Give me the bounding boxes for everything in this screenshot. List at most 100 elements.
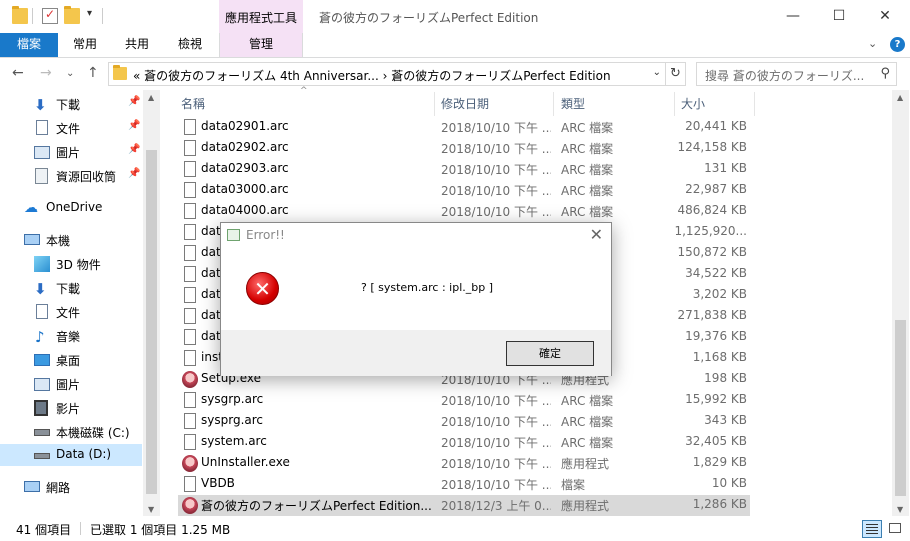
file-size: 1,168 KB bbox=[692, 350, 747, 364]
nav-label: 音樂 bbox=[56, 330, 81, 344]
pin-icon[interactable]: 📌 bbox=[128, 96, 140, 107]
address-toolbar: ← → ⌄ ↑ « 蒼の彼方のフォーリズム 4th Anniversar... … bbox=[0, 59, 910, 90]
file-name: data02901.arc bbox=[201, 119, 289, 133]
close-button[interactable]: ✕ bbox=[862, 0, 908, 32]
file-size: 1,829 KB bbox=[692, 455, 747, 469]
properties-icon[interactable]: ✓ bbox=[42, 7, 58, 24]
tab-view[interactable]: 檢視 bbox=[168, 33, 212, 57]
file-list-scrollbar-thumb[interactable] bbox=[895, 320, 906, 496]
file-name: VBDB bbox=[201, 476, 235, 490]
file-icon bbox=[184, 308, 196, 324]
pin-icon[interactable]: 📌 bbox=[128, 120, 140, 131]
nav-item-network[interactable]: 網路 bbox=[0, 476, 142, 498]
file-row[interactable]: 蒼の彼方のフォーリズムPerfect Edition.... 2018/12/3 … bbox=[178, 495, 750, 516]
scroll-down-icon[interactable]: ▼ bbox=[897, 505, 903, 514]
ok-button[interactable]: 確定 bbox=[506, 341, 594, 366]
scroll-up-icon[interactable]: ▲ bbox=[897, 93, 903, 102]
column-divider[interactable] bbox=[434, 92, 435, 116]
selection-info: 已選取 1 個項目 1.25 MB bbox=[90, 523, 231, 537]
nav-label: 文件 bbox=[56, 122, 81, 136]
column-divider[interactable] bbox=[553, 92, 554, 116]
nav-item-desktop[interactable]: 桌面 bbox=[0, 349, 142, 371]
column-divider[interactable] bbox=[754, 92, 755, 116]
pin-icon[interactable]: 📌 bbox=[128, 144, 140, 155]
back-icon[interactable]: ← bbox=[12, 65, 24, 81]
address-bar[interactable]: « 蒼の彼方のフォーリズム 4th Anniversar... › 蒼の彼方のフ… bbox=[108, 62, 666, 86]
column-header-name[interactable]: 名稱 bbox=[181, 95, 205, 112]
address-path[interactable]: « 蒼の彼方のフォーリズム 4th Anniversar... › 蒼の彼方のフ… bbox=[133, 67, 611, 84]
expand-ribbon-icon[interactable]: ⌄ bbox=[868, 37, 877, 50]
maximize-button[interactable]: ☐ bbox=[816, 0, 862, 32]
file-row[interactable]: data02901.arc 2018/10/10 下午 ... ARC 檔案 20,4… bbox=[178, 117, 750, 138]
scroll-up-icon[interactable]: ▲ bbox=[148, 93, 154, 102]
new-folder-icon[interactable] bbox=[64, 6, 80, 24]
recent-locations-icon[interactable]: ⌄ bbox=[66, 68, 74, 79]
details-view-icon[interactable] bbox=[862, 520, 882, 538]
navigation-pane: ⬇ 下載 📌 文件 📌 圖片 📌 資源回收筒 📌 ☁ OneDrive 本機 3… bbox=[0, 90, 160, 516]
file-name: system.arc bbox=[201, 434, 267, 448]
file-row[interactable]: data02902.arc 2018/10/10 下午 ... ARC 檔案 124,… bbox=[178, 138, 750, 159]
help-icon[interactable]: ? bbox=[890, 37, 905, 52]
file-date: 2018/10/10 下午 ... bbox=[441, 184, 551, 198]
nav-item-pictures-pc[interactable]: 圖片 bbox=[0, 373, 142, 395]
nav-item-recycle-bin[interactable]: 資源回收筒 📌 bbox=[0, 165, 142, 187]
nav-item-this-pc[interactable]: 本機 bbox=[0, 229, 142, 251]
nav-item-drive-d[interactable]: Data (D:) bbox=[0, 444, 142, 466]
nav-item-onedrive[interactable]: ☁ OneDrive bbox=[0, 197, 142, 219]
column-header-type[interactable]: 類型 bbox=[561, 95, 585, 112]
file-size: 19,376 KB bbox=[685, 329, 747, 343]
nav-item-videos[interactable]: 影片 bbox=[0, 397, 142, 419]
context-tab-title: 應用程式工具 bbox=[224, 11, 297, 25]
file-row[interactable]: sysgrp.arc 2018/10/10 下午 ... ARC 檔案 15,992 … bbox=[178, 390, 750, 411]
file-size: 1,286 KB bbox=[692, 497, 747, 511]
file-row[interactable]: VBDB 2018/10/10 下午 ... 檔案 10 KB bbox=[178, 474, 750, 495]
nav-item-drive-c[interactable]: 本機磁碟 (C:) bbox=[0, 421, 142, 443]
tab-home[interactable]: 常用 bbox=[63, 33, 107, 57]
tab-file[interactable]: 檔案 bbox=[0, 33, 58, 57]
file-row[interactable]: data04000.arc 2018/10/10 下午 ... ARC 檔案 486,… bbox=[178, 201, 750, 222]
up-icon[interactable]: ↑ bbox=[87, 65, 99, 81]
application-icon bbox=[182, 497, 198, 514]
file-icon bbox=[184, 203, 196, 219]
nav-item-downloads-pc[interactable]: ⬇ 下載 bbox=[0, 277, 142, 299]
tab-manage[interactable]: 管理 bbox=[219, 33, 303, 57]
file-icon bbox=[184, 392, 196, 408]
nav-item-pictures[interactable]: 圖片 📌 bbox=[0, 141, 142, 163]
nav-item-documents[interactable]: 文件 📌 bbox=[0, 117, 142, 139]
pin-icon[interactable]: 📌 bbox=[128, 168, 140, 179]
forward-icon[interactable]: → bbox=[40, 65, 52, 81]
column-divider[interactable] bbox=[674, 92, 675, 116]
nav-item-music[interactable]: ♪ 音樂 bbox=[0, 325, 142, 347]
nav-item-documents-pc[interactable]: 文件 bbox=[0, 301, 142, 323]
close-icon[interactable]: ✕ bbox=[590, 225, 603, 244]
document-icon bbox=[36, 120, 48, 135]
minimize-button[interactable]: — bbox=[770, 0, 816, 32]
large-icons-view-icon[interactable] bbox=[886, 520, 906, 538]
file-row[interactable]: sysprg.arc 2018/10/10 下午 ... ARC 檔案 343 KB bbox=[178, 411, 750, 432]
search-icon[interactable]: ⚲ bbox=[880, 66, 890, 81]
application-icon bbox=[182, 371, 198, 388]
file-name: data02902.arc bbox=[201, 140, 289, 154]
column-header-size[interactable]: 大小 bbox=[681, 95, 705, 112]
refresh-icon[interactable]: ↻ bbox=[666, 62, 686, 86]
file-row[interactable]: system.arc 2018/10/10 下午 ... ARC 檔案 32,405 … bbox=[178, 432, 750, 453]
divider bbox=[102, 8, 103, 24]
file-size: 150,872 KB bbox=[677, 245, 747, 259]
nav-scrollbar-thumb[interactable] bbox=[146, 150, 157, 494]
search-input[interactable]: 搜尋 蒼の彼方のフォーリズ... ⚲ bbox=[696, 62, 897, 86]
tab-share[interactable]: 共用 bbox=[115, 33, 159, 57]
customize-quick-access-icon[interactable]: ▾ bbox=[87, 8, 92, 19]
column-header-date[interactable]: 修改日期 bbox=[441, 95, 489, 112]
nav-item-3d-objects[interactable]: 3D 物件 bbox=[0, 253, 142, 275]
file-type: 檔案 bbox=[561, 478, 586, 492]
file-row[interactable]: data03000.arc 2018/10/10 下午 ... ARC 檔案 22,9… bbox=[178, 180, 750, 201]
file-row[interactable]: UnInstaller.exe 2018/10/10 下午 ... 應用程式 1,82… bbox=[178, 453, 750, 474]
file-date: 2018/10/10 下午 ... bbox=[441, 478, 551, 492]
scroll-down-icon[interactable]: ▼ bbox=[148, 505, 154, 514]
file-icon bbox=[184, 224, 196, 240]
item-count: 41 個項目 bbox=[16, 523, 72, 537]
nav-item-downloads[interactable]: ⬇ 下載 📌 bbox=[0, 93, 142, 115]
file-icon bbox=[184, 350, 196, 366]
file-row[interactable]: data02903.arc 2018/10/10 下午 ... ARC 檔案 131 … bbox=[178, 159, 750, 180]
chevron-down-icon[interactable]: ⌄ bbox=[653, 67, 661, 78]
